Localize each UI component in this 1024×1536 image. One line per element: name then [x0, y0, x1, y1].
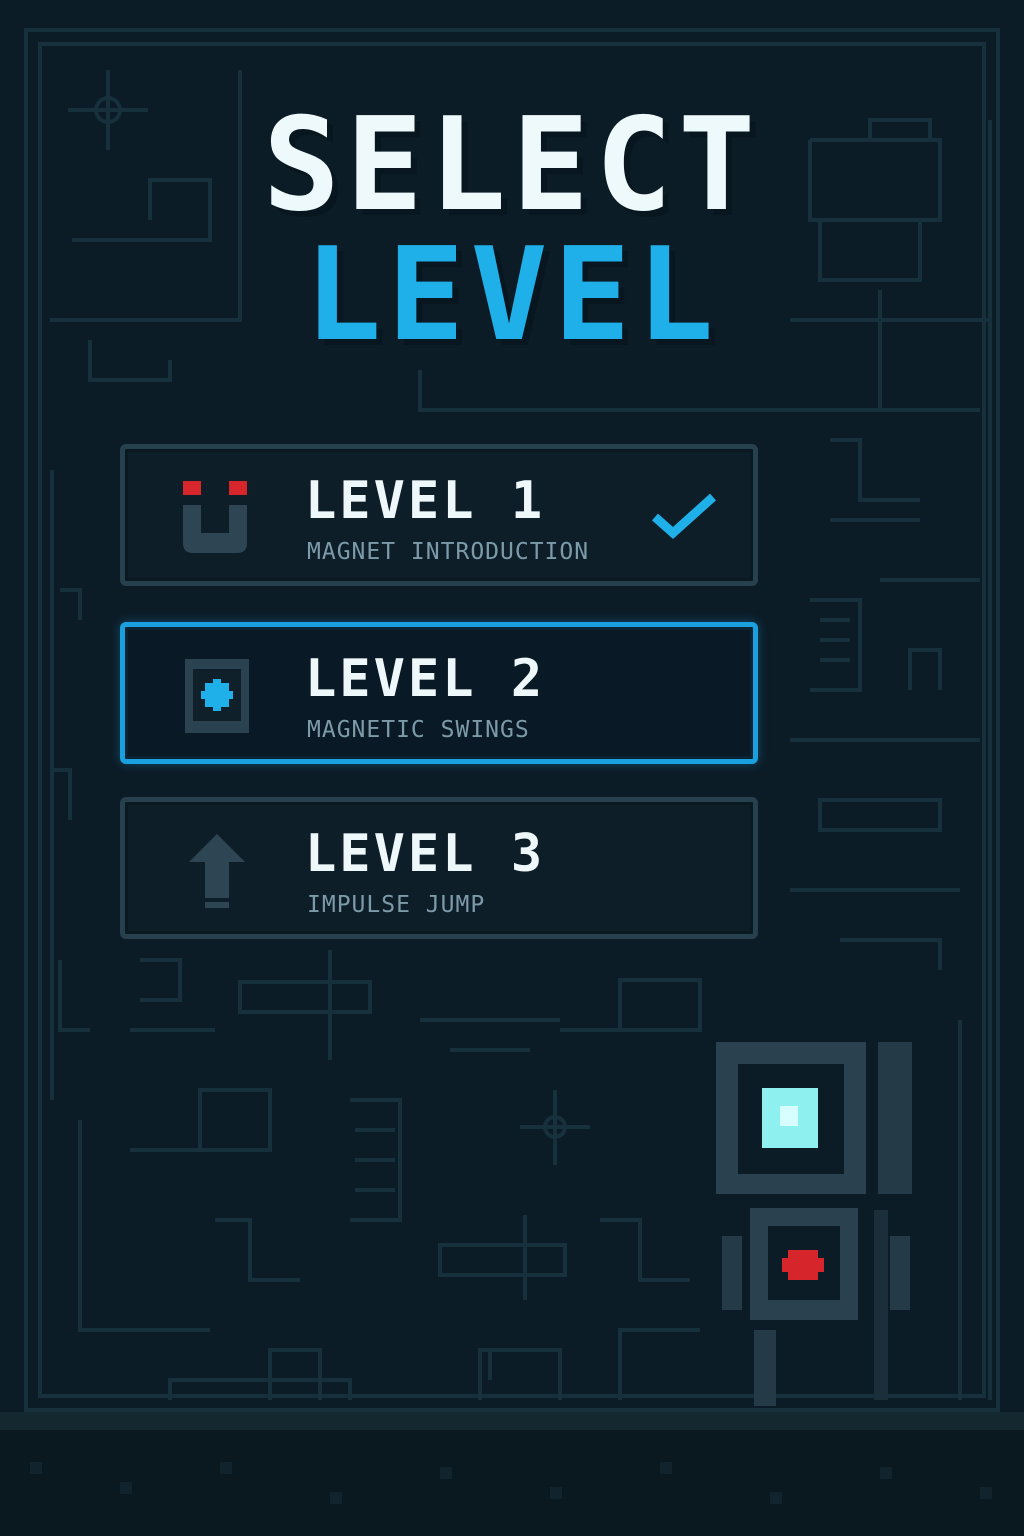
level-card-3[interactable]: LEVEL 3 IMPULSE JUMP: [120, 797, 758, 939]
level-card-1[interactable]: LEVEL 1 MAGNET INTRODUCTION: [120, 444, 758, 586]
level-3-title: LEVEL 3: [305, 824, 546, 884]
level-3-subtitle: IMPULSE JUMP: [307, 892, 486, 918]
level-card-2[interactable]: LEVEL 2 MAGNETIC SWINGS: [120, 622, 758, 764]
title-level: LEVEL: [304, 221, 720, 370]
title-select: SELECT: [262, 91, 762, 240]
magnet-icon: [183, 481, 247, 553]
level-1-title: LEVEL 1: [305, 471, 546, 531]
level-2-title: LEVEL 2: [305, 649, 546, 709]
level-1-subtitle: MAGNET INTRODUCTION: [307, 539, 590, 565]
floor: [0, 1412, 1024, 1536]
level-2-subtitle: MAGNETIC SWINGS: [307, 717, 530, 743]
node-icon: [185, 659, 249, 733]
arrow-up-icon: [189, 834, 245, 908]
checkmark-icon: [652, 493, 717, 540]
robot-device: [716, 1042, 912, 1406]
